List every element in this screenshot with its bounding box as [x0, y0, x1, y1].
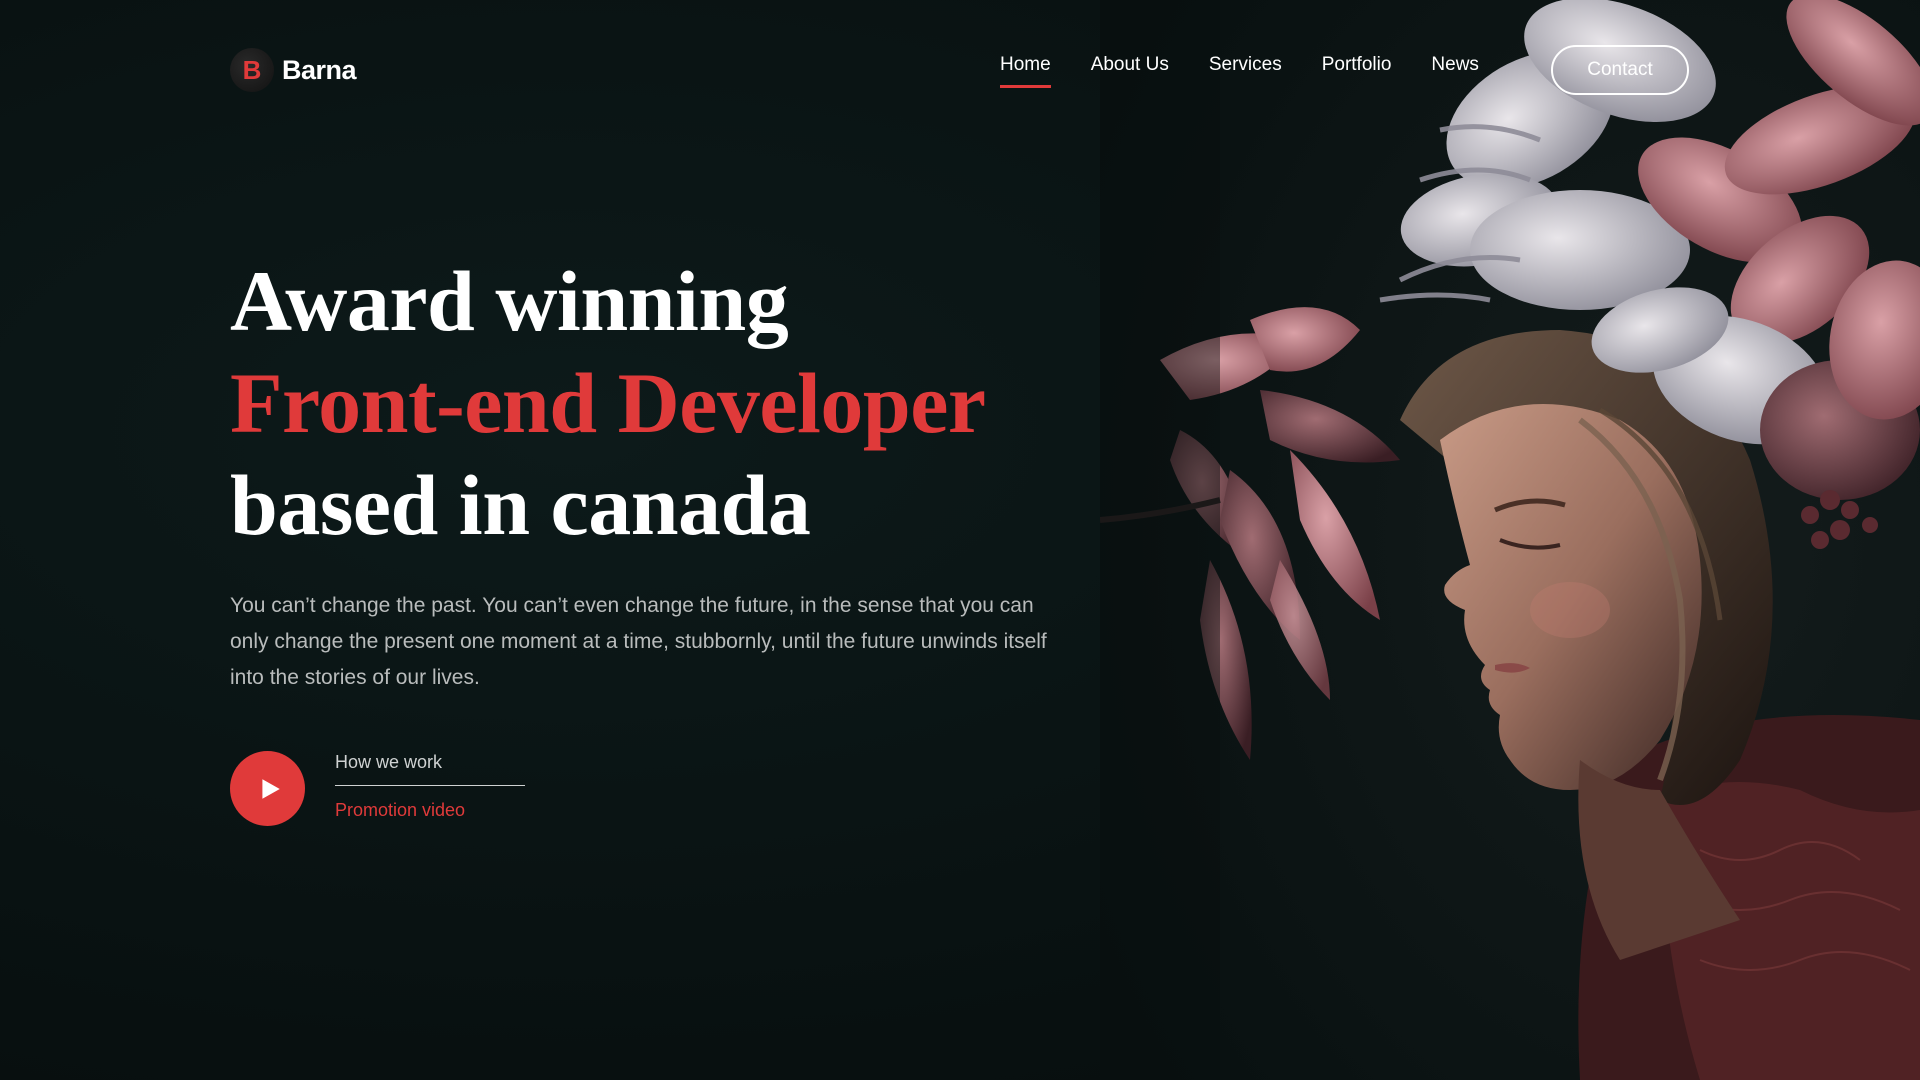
hero-title-line-1: Award winning	[230, 253, 789, 349]
nav-item-about-us[interactable]: About Us	[1091, 54, 1169, 86]
logo-link[interactable]: B Barna	[230, 48, 357, 92]
contact-button[interactable]: Contact	[1551, 45, 1689, 95]
promotion-video-link[interactable]: Promotion video	[335, 800, 525, 821]
hero-description: You can’t change the past. You can’t eve…	[230, 594, 1047, 689]
site-header: B Barna Home About Us Services Portfolio…	[0, 0, 1920, 140]
nav-item-news[interactable]: News	[1431, 54, 1479, 86]
logo-icon: B	[230, 48, 274, 92]
hero-image	[1100, 0, 1920, 1080]
hero-title-line-3: based in canada	[230, 457, 811, 553]
video-meta: How we work Promotion video	[335, 752, 525, 821]
nav-item-portfolio[interactable]: Portfolio	[1322, 54, 1392, 86]
logo-letter: B	[242, 54, 262, 85]
video-caption: How we work	[335, 752, 525, 786]
nav-item-services[interactable]: Services	[1209, 54, 1282, 86]
hero-title: Award winning Front-end Developer based …	[230, 250, 986, 556]
hero-title-line-2: Front-end Developer	[230, 355, 986, 451]
brand-name: Barna	[282, 54, 357, 85]
main-nav: Home About Us Services Portfolio News	[1000, 54, 1479, 88]
nav-item-home[interactable]: Home	[1000, 54, 1051, 88]
page: B Barna Home About Us Services Portfolio…	[0, 0, 1920, 1080]
play-video-button[interactable]	[230, 751, 305, 826]
play-icon	[261, 778, 280, 799]
